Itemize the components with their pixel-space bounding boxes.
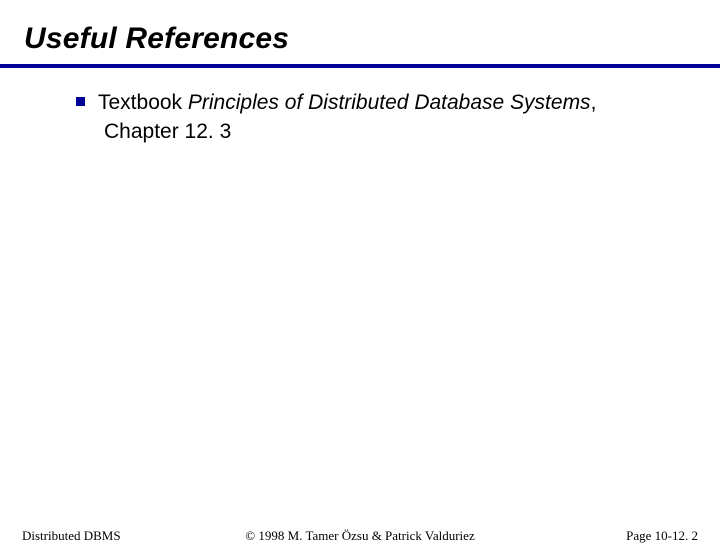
- bullet-item: Textbook Principles of Distributed Datab…: [98, 90, 600, 116]
- slide-title: Useful References: [24, 22, 720, 56]
- footer-right: Page 10-12. 2: [626, 528, 698, 544]
- square-bullet-icon: [76, 97, 85, 106]
- title-block: Useful References: [0, 0, 720, 56]
- footer-center: © 1998 M. Tamer Özsu & Patrick Valduriez: [0, 528, 720, 544]
- bullet-suffix: ,: [591, 91, 597, 114]
- content-area: Textbook Principles of Distributed Datab…: [0, 68, 600, 144]
- bullet-line2: Chapter 12. 3: [98, 120, 600, 144]
- bullet-italic: Principles of Distributed Database Syste…: [188, 91, 591, 114]
- slide: Useful References Textbook Principles of…: [0, 0, 720, 540]
- bullet-prefix: Textbook: [98, 91, 188, 114]
